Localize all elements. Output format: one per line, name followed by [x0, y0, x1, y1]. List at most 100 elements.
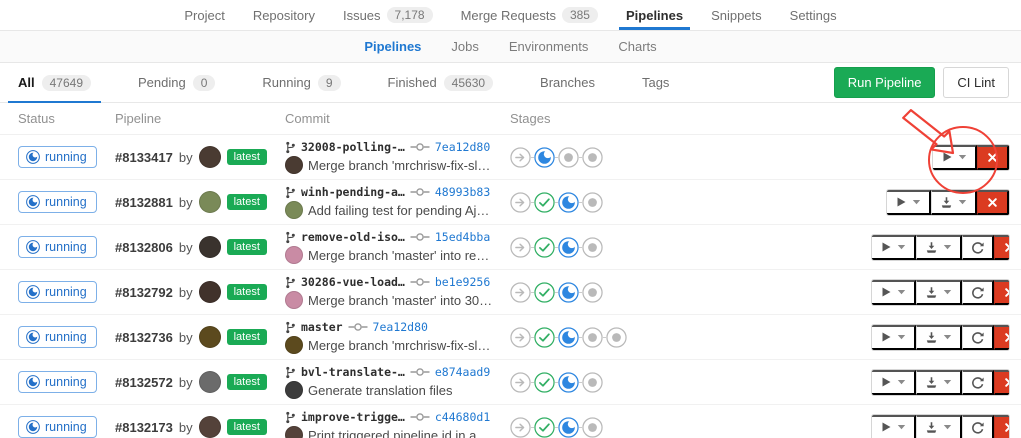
- pipeline-id-link[interactable]: #8132806: [115, 240, 173, 255]
- pipeline-status-badge[interactable]: running: [18, 191, 97, 213]
- filter-tab-tags[interactable]: Tags: [632, 63, 679, 102]
- cancel-pipeline-button[interactable]: [994, 415, 1010, 438]
- user-avatar[interactable]: [199, 371, 221, 393]
- stage-running-icon[interactable]: [558, 372, 579, 393]
- cancel-pipeline-button[interactable]: [977, 145, 1009, 170]
- stage-success-icon[interactable]: [534, 417, 555, 438]
- commit-author-avatar[interactable]: [285, 336, 303, 354]
- run-pipeline-button[interactable]: Run Pipeline: [834, 67, 936, 98]
- commit-message-link[interactable]: Merge branch 'master' into re…: [308, 248, 489, 263]
- download-artifacts-dropdown-button[interactable]: [916, 370, 962, 395]
- pipeline-id-link[interactable]: #8133417: [115, 150, 173, 165]
- play-dropdown-button[interactable]: [887, 190, 931, 215]
- stage-success-icon[interactable]: [534, 282, 555, 303]
- nav-item-settings[interactable]: Settings: [779, 0, 848, 30]
- play-dropdown-button[interactable]: [872, 415, 916, 438]
- stage-created-icon[interactable]: [582, 372, 603, 393]
- stage-running-icon[interactable]: [558, 192, 579, 213]
- stage-created-icon[interactable]: [606, 327, 627, 348]
- pipeline-id-link[interactable]: #8132881: [115, 195, 173, 210]
- pipeline-status-badge[interactable]: running: [18, 281, 97, 303]
- commit-sha-link[interactable]: e874aad9: [435, 365, 490, 379]
- branch-name-link[interactable]: remove-old-iso…: [301, 230, 405, 244]
- cancel-pipeline-button[interactable]: [994, 370, 1010, 395]
- retry-pipeline-button[interactable]: [962, 325, 994, 350]
- download-artifacts-dropdown-button[interactable]: [916, 325, 962, 350]
- stage-skipped-icon[interactable]: [510, 372, 531, 393]
- stage-created-icon[interactable]: [582, 237, 603, 258]
- play-dropdown-button[interactable]: [872, 325, 916, 350]
- commit-author-avatar[interactable]: [285, 201, 303, 219]
- stage-running-icon[interactable]: [534, 147, 555, 168]
- commit-message-link[interactable]: Merge branch 'mrchrisw-fix-sl…: [308, 338, 490, 353]
- stage-success-icon[interactable]: [534, 237, 555, 258]
- stage-skipped-icon[interactable]: [510, 417, 531, 438]
- commit-message-link[interactable]: Print triggered pipeline id in a…: [308, 428, 489, 438]
- download-artifacts-dropdown-button[interactable]: [916, 415, 962, 438]
- nav-item-merge-requests[interactable]: Merge Requests385: [450, 0, 609, 30]
- subnav-item-charts[interactable]: Charts: [606, 31, 668, 62]
- commit-sha-link[interactable]: 48993b83: [435, 185, 490, 199]
- filter-tab-pending[interactable]: Pending0: [128, 63, 225, 102]
- branch-name-link[interactable]: improve-trigge…: [301, 410, 405, 424]
- user-avatar[interactable]: [199, 146, 221, 168]
- stage-success-icon[interactable]: [534, 372, 555, 393]
- commit-message-link[interactable]: Generate translation files: [308, 383, 453, 398]
- stage-created-icon[interactable]: [582, 417, 603, 438]
- branch-name-link[interactable]: 32008-polling-…: [301, 140, 405, 154]
- pipeline-id-link[interactable]: #8132173: [115, 420, 173, 435]
- play-dropdown-button[interactable]: [872, 280, 916, 305]
- stage-created-icon[interactable]: [582, 327, 603, 348]
- pipeline-id-link[interactable]: #8132736: [115, 330, 173, 345]
- stage-skipped-icon[interactable]: [510, 192, 531, 213]
- commit-author-avatar[interactable]: [285, 291, 303, 309]
- subnav-item-jobs[interactable]: Jobs: [439, 31, 490, 62]
- user-avatar[interactable]: [199, 191, 221, 213]
- pipeline-id-link[interactable]: #8132792: [115, 285, 173, 300]
- stage-running-icon[interactable]: [558, 417, 579, 438]
- commit-sha-link[interactable]: 15ed4bba: [435, 230, 490, 244]
- commit-message-link[interactable]: Merge branch 'mrchrisw-fix-sl…: [308, 158, 490, 173]
- commit-sha-link[interactable]: 7ea12d80: [373, 320, 428, 334]
- nav-item-project[interactable]: Project: [173, 0, 235, 30]
- stage-running-icon[interactable]: [558, 327, 579, 348]
- play-dropdown-button[interactable]: [933, 145, 977, 170]
- nav-item-snippets[interactable]: Snippets: [700, 0, 773, 30]
- cancel-pipeline-button[interactable]: [994, 325, 1010, 350]
- download-artifacts-dropdown-button[interactable]: [916, 280, 962, 305]
- stage-running-icon[interactable]: [558, 237, 579, 258]
- branch-name-link[interactable]: master: [301, 320, 343, 334]
- pipeline-status-badge[interactable]: running: [18, 326, 97, 348]
- stage-success-icon[interactable]: [534, 192, 555, 213]
- pipeline-status-badge[interactable]: running: [18, 416, 97, 438]
- branch-name-link[interactable]: winh-pending-a…: [301, 185, 405, 199]
- retry-pipeline-button[interactable]: [962, 280, 994, 305]
- commit-message-link[interactable]: Add failing test for pending Aj…: [308, 203, 489, 218]
- stage-created-icon[interactable]: [582, 282, 603, 303]
- pipeline-status-badge[interactable]: running: [18, 236, 97, 258]
- commit-author-avatar[interactable]: [285, 381, 303, 399]
- nav-item-issues[interactable]: Issues7,178: [332, 0, 444, 30]
- filter-tab-finished[interactable]: Finished45630: [378, 63, 504, 102]
- cancel-pipeline-button[interactable]: [977, 190, 1009, 215]
- stage-running-icon[interactable]: [558, 282, 579, 303]
- branch-name-link[interactable]: bvl-translate-…: [301, 365, 405, 379]
- nav-item-repository[interactable]: Repository: [242, 0, 326, 30]
- stage-skipped-icon[interactable]: [510, 282, 531, 303]
- stage-skipped-icon[interactable]: [510, 237, 531, 258]
- cancel-pipeline-button[interactable]: [994, 280, 1010, 305]
- download-artifacts-dropdown-button[interactable]: [916, 235, 962, 260]
- user-avatar[interactable]: [199, 281, 221, 303]
- stage-created-icon[interactable]: [558, 147, 579, 168]
- subnav-item-environments[interactable]: Environments: [497, 31, 600, 62]
- download-artifacts-dropdown-button[interactable]: [931, 190, 977, 215]
- filter-tab-running[interactable]: Running9: [252, 63, 350, 102]
- retry-pipeline-button[interactable]: [962, 235, 994, 260]
- filter-tab-branches[interactable]: Branches: [530, 63, 605, 102]
- cancel-pipeline-button[interactable]: [994, 235, 1010, 260]
- user-avatar[interactable]: [199, 326, 221, 348]
- filter-tab-all[interactable]: All47649: [8, 63, 101, 102]
- stage-success-icon[interactable]: [534, 327, 555, 348]
- ci-lint-button[interactable]: CI Lint: [943, 67, 1009, 98]
- commit-sha-link[interactable]: be1e9256: [435, 275, 490, 289]
